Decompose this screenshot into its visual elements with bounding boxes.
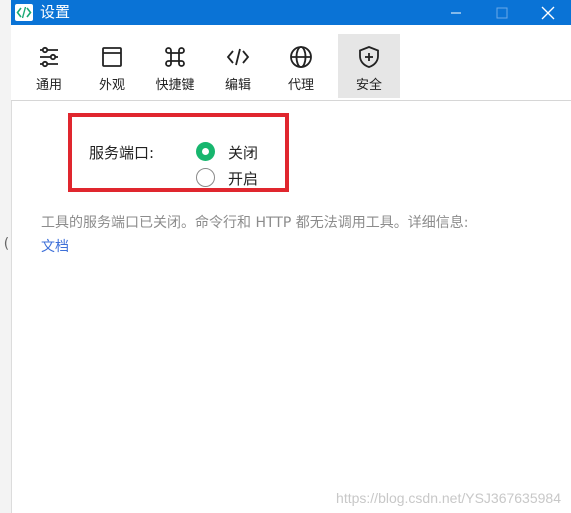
- background-window-fragment: (: [2, 236, 11, 252]
- close-button[interactable]: [525, 0, 571, 25]
- command-key-icon: [165, 47, 185, 67]
- tab-shortcuts[interactable]: 快捷键: [144, 34, 206, 98]
- shield-plus-icon: [359, 46, 379, 68]
- watermark-text: https://blog.csdn.net/YSJ367635984: [336, 490, 561, 506]
- port-info-text: 工具的服务端口已关闭。命令行和 HTTP 都无法调用工具。详细信息:: [41, 215, 469, 231]
- radio-close[interactable]: [196, 142, 215, 161]
- tab-general-label: 通用: [35, 78, 62, 93]
- maximize-icon: [496, 7, 508, 18]
- security-panel: 服务端口: 关闭 开启 工具的服务端口已关闭。命令行和 HTTP 都无法调用工具…: [11, 101, 571, 513]
- tab-edit-label: 编辑: [224, 78, 251, 93]
- radio-close-label[interactable]: 关闭: [228, 142, 258, 163]
- code-icon: [226, 48, 250, 66]
- globe-icon: [290, 46, 312, 68]
- tab-appearance[interactable]: 外观: [81, 34, 143, 98]
- window-icon: [102, 47, 122, 67]
- tab-shortcuts-label: 快捷键: [155, 78, 195, 93]
- minimize-button[interactable]: [433, 0, 479, 25]
- minimize-icon: [451, 12, 461, 13]
- maximize-button[interactable]: [479, 0, 525, 25]
- service-port-label: 服务端口:: [89, 144, 155, 162]
- settings-toolbar: 通用 外观 快捷键 编辑 代理 安全: [11, 25, 571, 101]
- title-bar: 设置: [11, 0, 571, 25]
- tab-security-label: 安全: [355, 78, 382, 93]
- docs-link[interactable]: 文档: [41, 236, 69, 256]
- radio-open-label[interactable]: 开启: [228, 168, 258, 189]
- tab-proxy-label: 代理: [287, 78, 314, 93]
- tab-appearance-label: 外观: [98, 78, 125, 93]
- tab-general[interactable]: 通用: [18, 34, 80, 98]
- window-title: 设置: [40, 3, 71, 21]
- tab-security[interactable]: 安全: [338, 34, 400, 98]
- tab-proxy[interactable]: 代理: [270, 34, 332, 98]
- app-code-icon: [15, 4, 33, 21]
- sliders-icon: [40, 46, 58, 68]
- close-icon: [541, 6, 555, 19]
- radio-open[interactable]: [196, 168, 215, 187]
- tab-edit[interactable]: 编辑: [207, 34, 269, 98]
